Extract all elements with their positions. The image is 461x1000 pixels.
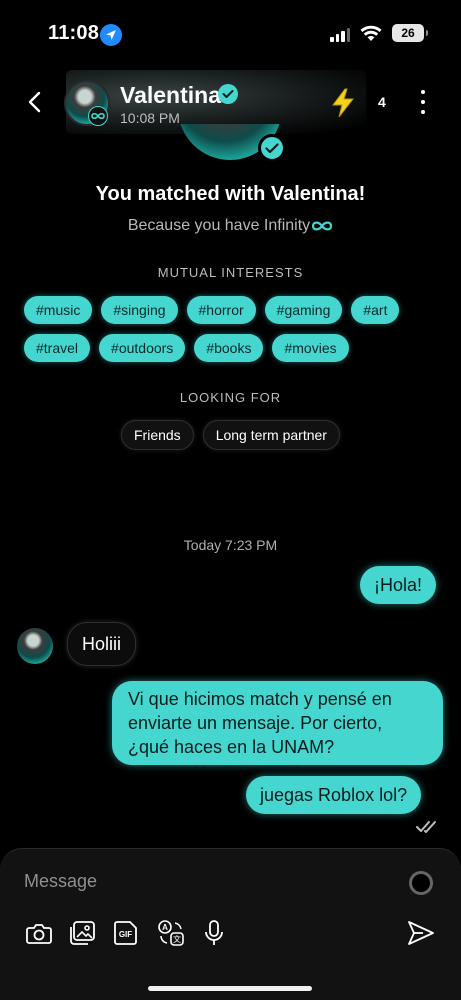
interest-tag[interactable]: #gaming bbox=[264, 296, 343, 324]
interest-tag[interactable]: #music bbox=[24, 296, 93, 324]
status-bar: 11:08 26 bbox=[0, 0, 461, 66]
wifi-icon bbox=[360, 24, 382, 47]
message-bubble-outgoing[interactable]: ¡Hola! bbox=[360, 566, 437, 604]
send-icon[interactable] bbox=[406, 919, 436, 947]
message-bubble-outgoing[interactable]: Vi que hicimos match y pensé en enviarte… bbox=[112, 681, 443, 765]
message-bubble-incoming[interactable]: Holiii bbox=[67, 622, 137, 666]
signal-icon bbox=[330, 28, 350, 42]
infinity-icon bbox=[312, 221, 333, 231]
camera-icon[interactable] bbox=[25, 919, 53, 947]
gif-icon[interactable]: GIF bbox=[112, 919, 140, 947]
interest-tag[interactable]: #travel bbox=[24, 334, 91, 362]
boost-count: 4 bbox=[378, 94, 386, 110]
mutual-interests-label: MUTUAL INTERESTS bbox=[157, 265, 304, 280]
interest-tag[interactable]: #singing bbox=[101, 296, 178, 324]
infinity-icon bbox=[88, 106, 108, 126]
interests-row-1: #music #singing #horror #gaming #art bbox=[24, 296, 444, 324]
interest-tag[interactable]: #movies bbox=[272, 334, 349, 362]
looking-for-chip[interactable]: Long term partner bbox=[202, 420, 340, 450]
back-button[interactable] bbox=[22, 88, 46, 116]
more-icon[interactable] bbox=[416, 90, 430, 114]
match-subtitle-text: Because you have Infinity bbox=[127, 217, 311, 234]
day-stamp: Today 7:23 PM bbox=[183, 537, 278, 553]
looking-for-list: Friends Long term partner bbox=[0, 420, 461, 450]
match-subtitle: Because you have Infinity bbox=[0, 217, 461, 235]
back-icon bbox=[28, 91, 41, 113]
interest-tag[interactable]: #outdoors bbox=[99, 334, 186, 362]
battery-icon: 26 bbox=[392, 24, 428, 42]
contact-avatar-small[interactable] bbox=[17, 628, 53, 664]
looking-for-chip[interactable]: Friends bbox=[121, 420, 194, 450]
home-indicator[interactable] bbox=[148, 986, 312, 991]
match-title: You matched with Valentina! bbox=[95, 183, 366, 205]
message-bubble-outgoing[interactable]: juegas Roblox lol? bbox=[246, 776, 422, 814]
status-time: 11:08 bbox=[48, 22, 100, 44]
interest-tag[interactable]: #art bbox=[351, 296, 400, 324]
interest-tag[interactable]: #horror bbox=[186, 296, 256, 324]
double-check-icon bbox=[416, 820, 442, 839]
looking-for-label: LOOKING FOR bbox=[179, 390, 282, 405]
message-input[interactable] bbox=[24, 871, 394, 892]
message-composer: GIF A文 bbox=[0, 848, 461, 1000]
interests-row-2: #travel #outdoors #books #movies bbox=[24, 334, 444, 362]
svg-text:文: 文 bbox=[173, 934, 181, 944]
interest-tag[interactable]: #books bbox=[194, 334, 264, 362]
translate-icon[interactable]: A文 bbox=[157, 919, 185, 947]
sticker-button[interactable] bbox=[409, 871, 433, 895]
verified-icon bbox=[258, 134, 286, 162]
lightning-bolt-icon[interactable] bbox=[330, 88, 356, 123]
photo-icon[interactable] bbox=[68, 919, 96, 947]
location-arrow-icon bbox=[100, 24, 122, 46]
contact-name[interactable]: Valentina bbox=[120, 82, 221, 109]
microphone-icon[interactable] bbox=[200, 919, 228, 947]
last-seen-time: 10:08 PM bbox=[120, 110, 180, 126]
svg-text:A: A bbox=[162, 923, 168, 932]
verified-icon bbox=[218, 84, 238, 104]
svg-text:GIF: GIF bbox=[119, 930, 132, 939]
